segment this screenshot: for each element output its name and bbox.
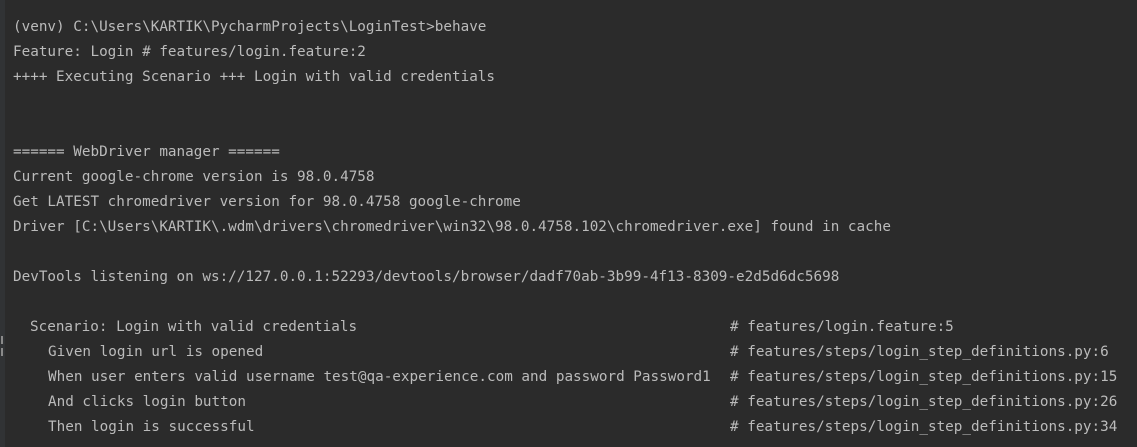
step-text: When user enters valid username test@qa-… — [48, 369, 711, 385]
webdriver-manager-header: ====== WebDriver manager ====== — [13, 144, 280, 160]
scenario-text: Scenario: Login with valid credentials — [30, 319, 358, 335]
terminal-output: (venv) C:\Users\KARTIK\PycharmProjects\L… — [13, 15, 1137, 440]
step-row: And clicks login button # features/steps… — [13, 390, 1137, 415]
step-text: And clicks login button — [48, 394, 246, 410]
step-comment: # features/steps/login_step_definitions.… — [730, 394, 1118, 410]
command-line: (venv) C:\Users\KARTIK\PycharmProjects\L… — [13, 19, 487, 35]
step-row: Then login is successful # features/step… — [13, 415, 1137, 440]
gutter — [0, 0, 5, 447]
partial-cut-off-line: ----------------------------------------… — [48, 439, 518, 447]
partial-line-text: ----------------------------------------… — [48, 439, 518, 447]
chromedriver-version-line: Get LATEST chromedriver version for 98.0… — [13, 194, 521, 210]
devtools-line: DevTools listening on ws://127.0.0.1:522… — [13, 269, 840, 285]
chrome-version-line: Current google-chrome version is 98.0.47… — [13, 169, 375, 185]
gutter-marker — [1, 336, 3, 344]
scenario-comment: # features/login.feature:5 — [730, 319, 954, 335]
driver-cache-line: Driver [C:\Users\KARTIK\.wdm\drivers\chr… — [13, 219, 891, 235]
scenario-row: Scenario: Login with valid credentials #… — [13, 315, 1137, 340]
step-text: Then login is successful — [48, 419, 255, 435]
terminal-window[interactable]: (venv) C:\Users\KARTIK\PycharmProjects\L… — [0, 0, 1137, 447]
step-row: When user enters valid username test@qa-… — [13, 365, 1137, 390]
step-text: Given login url is opened — [48, 344, 264, 360]
gutter-marker — [1, 348, 3, 356]
step-comment: # features/steps/login_step_definitions.… — [730, 369, 1118, 385]
step-row: Given login url is opened # features/ste… — [13, 340, 1137, 365]
executing-scenario-line: ++++ Executing Scenario +++ Login with v… — [13, 69, 496, 85]
step-comment: # features/steps/login_step_definitions.… — [730, 344, 1109, 360]
step-comment: # features/steps/login_step_definitions.… — [730, 419, 1118, 435]
feature-line: Feature: Login # features/login.feature:… — [13, 44, 366, 60]
